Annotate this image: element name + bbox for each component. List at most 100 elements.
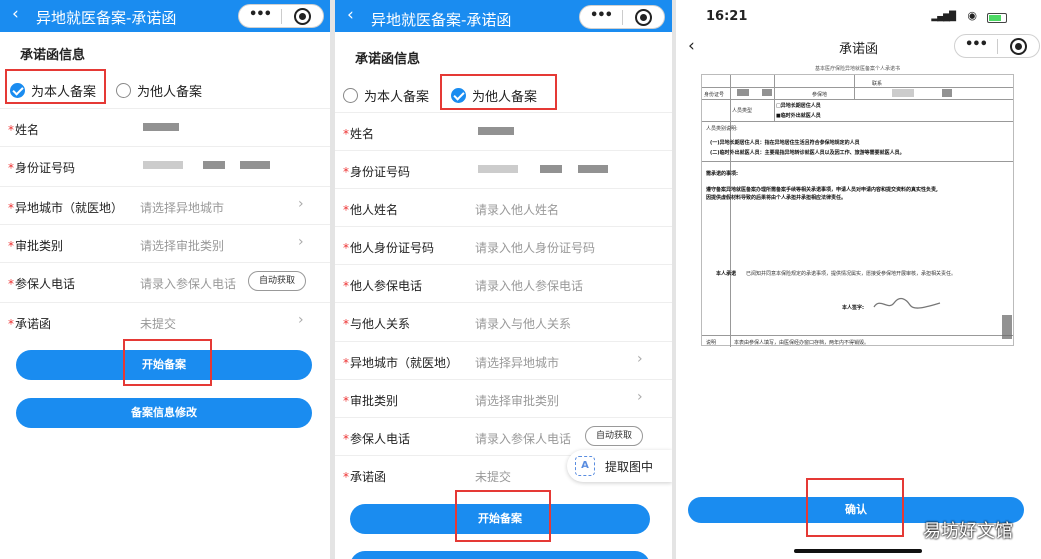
form-row-letter[interactable]: *承诺函 未提交 › bbox=[0, 302, 330, 340]
auto-fetch-button[interactable]: 自动获取 bbox=[585, 426, 643, 446]
close-target-icon[interactable] bbox=[294, 8, 311, 25]
field-label: *姓名 bbox=[343, 127, 375, 141]
masked-id-part bbox=[203, 161, 225, 169]
back-icon[interactable]: ‹ bbox=[12, 4, 19, 24]
letter-status: 未提交 bbox=[475, 470, 512, 484]
doc-promise-label: 需承诺的事项: bbox=[706, 171, 739, 177]
other-id-input[interactable]: 请录入他人身份证号码 bbox=[475, 239, 595, 256]
city-select[interactable]: 请选择异地城市 bbox=[475, 354, 559, 371]
wifi-icon: ◉ bbox=[967, 9, 977, 22]
highlight-box bbox=[455, 490, 551, 542]
masked-info bbox=[762, 89, 772, 96]
field-label: *参保人电话 bbox=[343, 432, 411, 446]
doc-rule bbox=[702, 121, 1013, 122]
masked-id-part bbox=[240, 161, 270, 169]
letter-status: 未提交 bbox=[140, 317, 177, 331]
doc-option-temp: ■临时外出就医人员 bbox=[776, 113, 821, 119]
field-label: *身份证号码 bbox=[343, 165, 411, 179]
screen-commitment-letter: 16:21 ▂▄▆█ ◉ ‹ 承诺函 ••• 基本医疗保险异地就医备案个人承诺书… bbox=[676, 0, 1041, 559]
doc-rule bbox=[774, 75, 775, 121]
category-select[interactable]: 请选择审批类别 bbox=[475, 392, 559, 409]
mini-program-capsule: ••• bbox=[579, 5, 665, 29]
form-row-city[interactable]: *异地城市（就医地） 请选择异地城市 › bbox=[0, 186, 330, 224]
section-title: 承诺函信息 bbox=[20, 48, 86, 63]
mini-program-capsule: ••• bbox=[954, 34, 1040, 58]
modify-info-button-partial[interactable] bbox=[350, 551, 650, 559]
doc-note-label: 说明 bbox=[706, 340, 717, 346]
field-label: *承诺函 bbox=[343, 470, 387, 484]
field-label: *他人身份证号码 bbox=[343, 241, 435, 255]
more-icon[interactable]: ••• bbox=[965, 37, 988, 52]
form-row-id: *身份证号码 bbox=[335, 150, 672, 188]
nav-bar: ‹ 异地就医备案-承诺函 ••• bbox=[335, 0, 672, 32]
form-row-city[interactable]: *异地城市（就医地） 请选择异地城市 › bbox=[335, 341, 672, 379]
category-select[interactable]: 请选择审批类别 bbox=[140, 237, 224, 254]
field-label: *异地城市（就医地） bbox=[343, 356, 459, 370]
radio-self[interactable]: 为本人备案 bbox=[343, 86, 429, 105]
nav-bar: ‹ 异地就医备案-承诺函 ••• bbox=[0, 0, 330, 32]
close-target-icon[interactable] bbox=[1010, 38, 1027, 55]
scan-text-icon: A bbox=[575, 456, 595, 476]
phone-input[interactable]: 请录入参保人电话 bbox=[475, 430, 571, 447]
masked-name bbox=[478, 127, 514, 135]
radio-unchecked-icon bbox=[343, 88, 358, 103]
commitment-document: 基本医疗保险异地就医备案个人承诺书 身份证号 参保地 联系 人员类型 □异地长期… bbox=[701, 66, 1014, 347]
doc-contact-label: 联系 bbox=[872, 81, 883, 87]
field-label: *身份证号码 bbox=[8, 161, 76, 175]
close-target-icon[interactable] bbox=[635, 9, 652, 26]
radio-unchecked-icon bbox=[116, 83, 131, 98]
signature-scribble bbox=[873, 297, 941, 309]
doc-id-label: 身份证号 bbox=[704, 92, 725, 98]
form-row-category[interactable]: *审批类别 请选择审批类别 › bbox=[335, 379, 672, 417]
back-icon[interactable]: ‹ bbox=[347, 5, 354, 25]
page-title: 异地就医备案-承诺函 bbox=[36, 9, 177, 27]
doc-note-text: 本表由参保人填写，由医保经办窗口存档，两年内不得销毁。 bbox=[734, 340, 870, 346]
doc-rule bbox=[702, 99, 1013, 100]
modify-info-button[interactable]: 备案信息修改 bbox=[16, 398, 312, 428]
radio-other[interactable]: 为他人备案 bbox=[116, 81, 202, 100]
doc-insured-label: 参保地 bbox=[812, 92, 828, 98]
other-name-input[interactable]: 请录入他人姓名 bbox=[475, 201, 559, 218]
masked-id-part bbox=[478, 165, 518, 173]
chevron-right-icon: › bbox=[637, 351, 643, 367]
ocr-label: 提取图中 bbox=[605, 460, 654, 474]
more-icon[interactable]: ••• bbox=[590, 8, 613, 23]
city-select[interactable]: 请选择异地城市 bbox=[140, 199, 224, 216]
doc-commit-label: 本人承诺 bbox=[716, 271, 737, 277]
status-time: 16:21 bbox=[706, 9, 748, 24]
form-row-other-phone: *他人参保电话 请录入他人参保电话 bbox=[335, 264, 672, 302]
doc-rule bbox=[702, 87, 1013, 88]
page-title: 异地就医备案-承诺函 bbox=[371, 11, 512, 29]
auto-fetch-button[interactable]: 自动获取 bbox=[248, 271, 306, 291]
doc-promise-1: 遵守备案异地就医备案办理所需备案手续等相关承诺事项，申请人员对申请内容和提交资料… bbox=[706, 187, 938, 193]
field-label: *姓名 bbox=[8, 123, 40, 137]
battery-icon bbox=[987, 13, 1007, 23]
form-row-other-name: *他人姓名 请录入他人姓名 bbox=[335, 188, 672, 226]
form-row-phone: *参保人电话 请录入参保人电话 自动获取 bbox=[0, 262, 330, 300]
masked-id-part bbox=[540, 165, 562, 173]
masked-name bbox=[143, 123, 179, 131]
form-row-relation: *与他人关系 请录入与他人关系 bbox=[335, 302, 672, 340]
relation-input[interactable]: 请录入与他人关系 bbox=[475, 315, 571, 332]
masked-id-part bbox=[143, 161, 183, 169]
masked-info bbox=[942, 89, 952, 97]
field-label: *他人姓名 bbox=[343, 203, 399, 217]
more-icon[interactable]: ••• bbox=[249, 7, 272, 22]
mini-program-capsule: ••• bbox=[238, 4, 324, 28]
form-row-name: *姓名 bbox=[0, 108, 330, 146]
watermark-text: 易坊好文馆 bbox=[923, 521, 1013, 542]
masked-info bbox=[737, 89, 749, 96]
masked-id-part bbox=[578, 165, 608, 173]
chevron-right-icon: › bbox=[298, 196, 304, 212]
ocr-extract-button[interactable]: A 提取图中 bbox=[567, 450, 672, 482]
doc-promise-2: 因提供虚假材料导致的后果将由个人承担并承担相应法律责任。 bbox=[706, 195, 847, 201]
field-label: *参保人电话 bbox=[8, 277, 76, 291]
doc-person-type: 人员类型 bbox=[732, 108, 753, 114]
doc-title: 基本医疗保险异地就医备案个人承诺书 bbox=[814, 66, 900, 72]
phone-input[interactable]: 请录入参保人电话 bbox=[140, 275, 236, 292]
capsule-divider bbox=[281, 9, 282, 24]
masked-info bbox=[1002, 315, 1012, 339]
other-phone-input[interactable]: 请录入他人参保电话 bbox=[475, 277, 583, 294]
field-label: *审批类别 bbox=[8, 239, 64, 253]
form-row-category[interactable]: *审批类别 请选择审批类别 › bbox=[0, 224, 330, 262]
